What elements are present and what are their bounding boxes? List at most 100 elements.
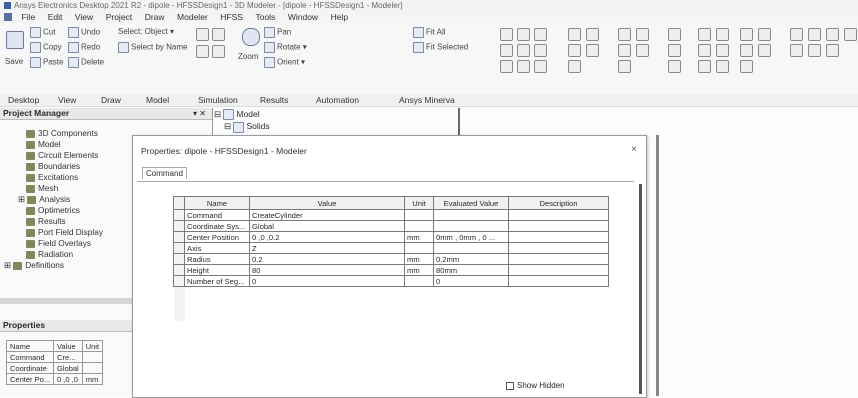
cell-unit[interactable]	[404, 209, 434, 221]
visibility-icon[interactable]	[790, 44, 803, 57]
cell-unit[interactable]: mm	[404, 231, 434, 243]
cell-value[interactable]: Global	[53, 362, 83, 374]
spiral-icon[interactable]	[517, 60, 530, 73]
row-selector[interactable]	[173, 275, 185, 287]
table-row[interactable]: Coordinate Sys... Global	[173, 220, 609, 232]
select-object-dropdown[interactable]: Select: Object ▾	[118, 27, 174, 36]
tab-automation[interactable]: Automation	[316, 94, 359, 106]
sphere-icon[interactable]	[534, 28, 547, 41]
helix-icon[interactable]	[534, 44, 547, 57]
tab-simulation[interactable]: Simulation	[198, 94, 238, 106]
measure-icon[interactable]	[740, 28, 753, 41]
snap-icon[interactable]	[740, 60, 753, 73]
model-tree-root[interactable]: ⊟ Model	[214, 108, 270, 121]
ellipse-icon[interactable]	[568, 44, 581, 57]
tree-item-boundaries[interactable]: Boundaries	[26, 161, 80, 171]
save-icon[interactable]	[6, 31, 24, 49]
tree-item-results[interactable]: Results	[26, 216, 66, 226]
pan-button[interactable]: Pan	[264, 27, 291, 38]
tab-draw[interactable]: Draw	[101, 94, 121, 106]
table-row[interactable]: Command Cre...	[5, 351, 104, 363]
tree-item-analysis[interactable]: ⊞ Analysis	[18, 194, 70, 204]
menu-window[interactable]: Window	[283, 11, 323, 23]
tab-model[interactable]: Model	[146, 94, 169, 106]
plane-icon[interactable]	[668, 44, 681, 57]
table-row[interactable]: Center Position 0 ,0 ,0.2 mm 0mm , 0mm ,…	[173, 231, 609, 243]
equation-curve-icon[interactable]	[636, 44, 649, 57]
cell-description[interactable]	[508, 231, 609, 243]
render-icon[interactable]	[808, 28, 821, 41]
redo-button[interactable]: Redo	[68, 42, 100, 53]
cell-value[interactable]: 0 ,0 ,0	[53, 373, 83, 385]
intersect-icon[interactable]	[698, 44, 711, 57]
rectangle-icon[interactable]	[568, 28, 581, 41]
grid-icon[interactable]	[212, 45, 225, 58]
table-row[interactable]: Radius 0.2 mm 0.2mm	[173, 253, 609, 265]
shading-icon[interactable]	[826, 44, 839, 57]
close-icon[interactable]: ×	[631, 144, 637, 155]
tab-results[interactable]: Results	[260, 94, 288, 106]
cell-value[interactable]: Global	[249, 220, 405, 232]
table-row[interactable]: Center Po... 0 ,0 ,0 mm	[5, 373, 104, 385]
units-icon[interactable]	[740, 44, 753, 57]
row-selector[interactable]	[173, 220, 185, 232]
tree-item-3d-components[interactable]: 3D Components	[26, 128, 98, 138]
menu-tools[interactable]: Tools	[250, 11, 280, 23]
table-row[interactable]: Command CreateCylinder	[173, 209, 609, 221]
tree-item-mesh[interactable]: Mesh	[26, 183, 58, 193]
row-selector[interactable]	[173, 264, 185, 276]
row-selector[interactable]	[173, 242, 185, 254]
menu-help[interactable]: Help	[326, 11, 353, 23]
show-hidden-checkbox[interactable]: Show Hidden	[506, 381, 565, 390]
table-row[interactable]: Axis Z	[173, 242, 609, 254]
regular-polygon-icon[interactable]	[568, 60, 581, 73]
tree-item-circuit-elements[interactable]: Circuit Elements	[26, 150, 98, 160]
tree-item-definitions[interactable]: ⊞ Definitions	[4, 260, 64, 270]
cell-description[interactable]	[508, 275, 609, 287]
tree-item-field-overlays[interactable]: Field Overlays	[26, 238, 91, 248]
table-row[interactable]: Number of Seg... 0 0	[173, 275, 609, 287]
line-icon[interactable]	[618, 28, 631, 41]
tab-command[interactable]: Command	[142, 167, 187, 179]
lighting-icon[interactable]	[826, 28, 839, 41]
wireframe-icon[interactable]	[808, 44, 821, 57]
grid-icon[interactable]	[196, 45, 209, 58]
viewport-scrollbar[interactable]	[656, 135, 659, 396]
delete-button[interactable]: Delete	[68, 57, 104, 68]
model-tree-solids[interactable]: ⊟ Solids	[214, 120, 270, 133]
menu-modeler[interactable]: Modeler	[172, 11, 213, 23]
cell-value[interactable]: Cre...	[53, 351, 83, 363]
cylinder-icon[interactable]	[517, 28, 530, 41]
cell-unit[interactable]: mm	[404, 264, 434, 276]
tree-item-radiation[interactable]: Radiation	[26, 249, 73, 259]
menu-view[interactable]: View	[70, 11, 98, 23]
cell-unit[interactable]	[404, 220, 434, 232]
point-icon[interactable]	[618, 60, 631, 73]
menu-edit[interactable]: Edit	[43, 11, 68, 23]
tab-ansys-minerva[interactable]: Ansys Minerva	[399, 94, 455, 106]
cell-description[interactable]	[508, 264, 609, 276]
select-by-name-button[interactable]: Select by Name	[118, 42, 187, 53]
zoom-icon[interactable]	[242, 28, 260, 46]
rotate-button[interactable]: Rotate ▾	[264, 42, 307, 53]
coordinate-system-icon[interactable]	[668, 60, 681, 73]
menu-file[interactable]: File	[17, 11, 41, 23]
cell-description[interactable]	[508, 253, 609, 265]
sweep-icon[interactable]	[716, 60, 729, 73]
tree-item-optimetrics[interactable]: Optimetrics	[26, 205, 80, 215]
cell-value[interactable]: 0 ,0 ,0.2	[249, 231, 405, 243]
cell-value[interactable]: CreateCylinder	[249, 209, 405, 221]
cone-icon[interactable]	[517, 44, 530, 57]
polyhedron-icon[interactable]	[500, 60, 513, 73]
cell-value[interactable]: 0.2	[249, 253, 405, 265]
spline-icon[interactable]	[618, 44, 631, 57]
tree-item-model[interactable]: Model	[26, 139, 61, 149]
fit-selected-button[interactable]: Fit Selected	[413, 42, 468, 53]
cell-description[interactable]	[508, 220, 609, 232]
circle-icon[interactable]	[586, 28, 599, 41]
table-row[interactable]: Height 80 mm 80mm	[173, 264, 609, 276]
cell-unit[interactable]	[404, 275, 434, 287]
table-row[interactable]: Coordinate Global	[5, 362, 104, 374]
grid-settings-icon[interactable]	[758, 44, 771, 57]
cell-value[interactable]: Z	[249, 242, 405, 254]
